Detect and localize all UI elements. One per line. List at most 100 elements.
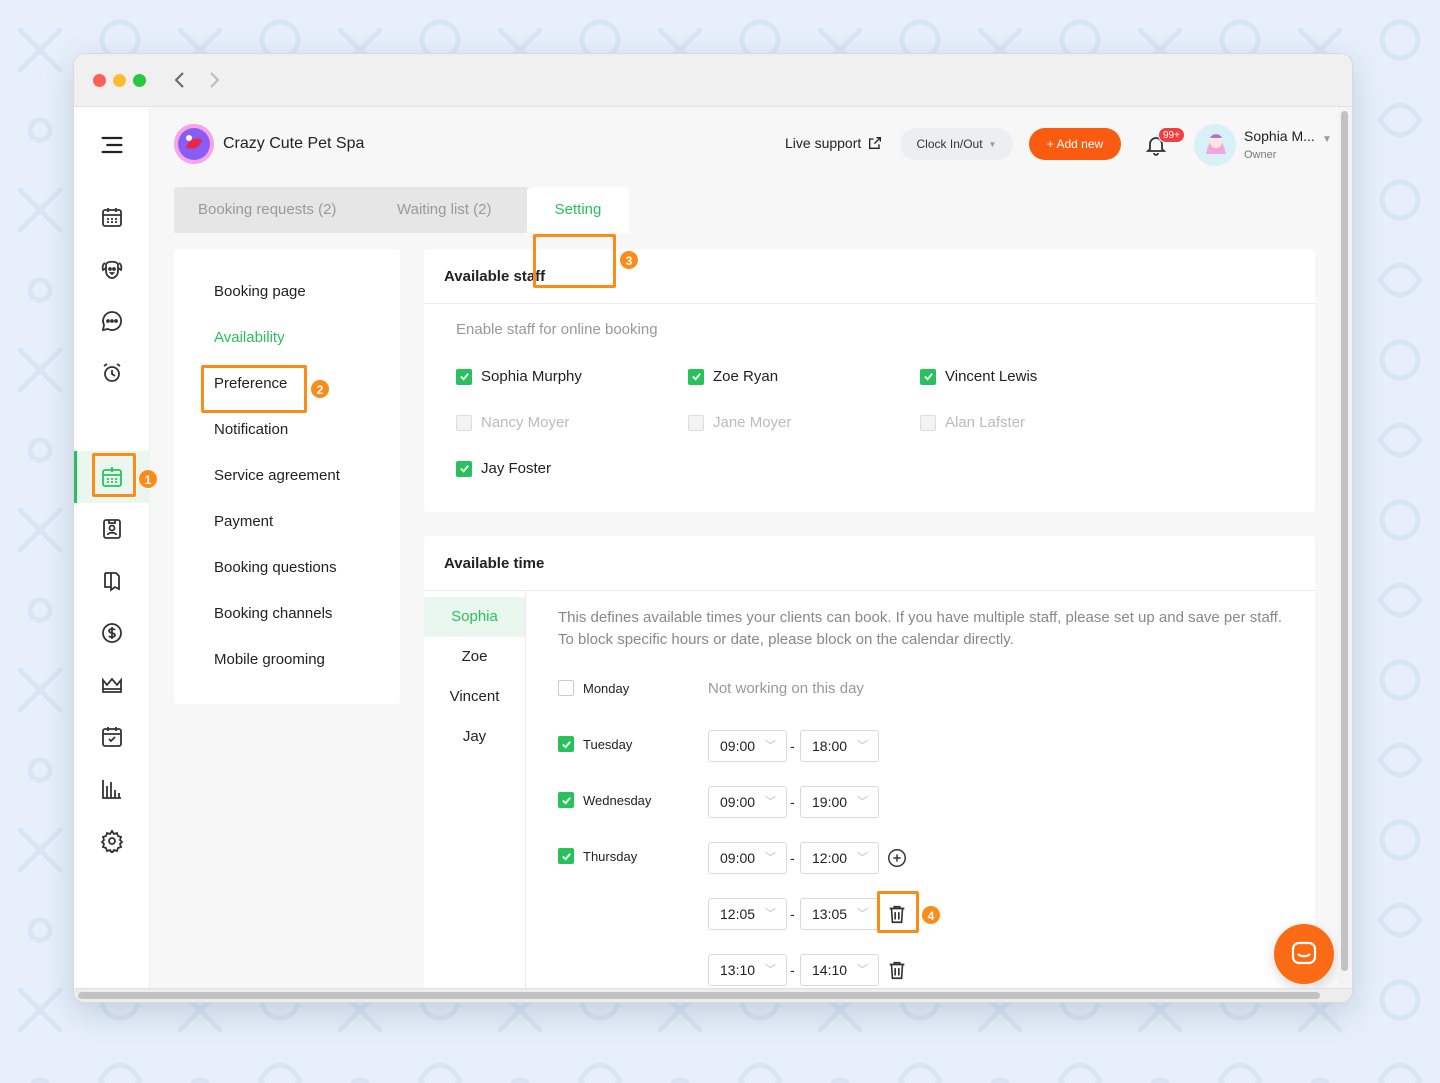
staff-tab-sophia[interactable]: Sophia: [424, 597, 525, 637]
close-window-button[interactable]: [93, 74, 106, 87]
main-content: Crazy Cute Pet Spa Live support Clock In…: [92, 107, 1352, 1002]
minimize-window-button[interactable]: [113, 74, 126, 87]
time-select-slot3-from[interactable]: 13:10 ﹀: [708, 954, 787, 986]
add-time-slot-icon[interactable]: [886, 847, 908, 869]
user-name[interactable]: Sophia M...: [1244, 128, 1315, 144]
schedule-icon[interactable]: [98, 723, 126, 751]
staff-name: Vincent Lewis: [945, 368, 1038, 385]
external-link-icon: [869, 137, 882, 149]
staff-checkbox-vincent[interactable]: Vincent Lewis: [920, 368, 1037, 385]
pet-icon[interactable]: [98, 255, 126, 283]
menu-item-booking-page[interactable]: Booking page: [214, 283, 306, 300]
time-select-slot3-to[interactable]: 14:10 ﹀: [800, 954, 879, 986]
tab-booking-requests[interactable]: Booking requests (2): [198, 187, 336, 233]
menu-item-preference[interactable]: Preference: [214, 375, 287, 392]
vertical-scrollbar-thumb[interactable]: [1341, 111, 1348, 971]
time-select-slot2-to[interactable]: 13:05 ﹀: [800, 898, 879, 930]
menu-item-mobile-grooming[interactable]: Mobile grooming: [214, 651, 325, 668]
chevron-down-icon: ﹀: [857, 908, 868, 920]
time-select-tuesday-to[interactable]: 18:00 ﹀: [800, 730, 879, 762]
add-new-button[interactable]: + Add new: [1029, 128, 1121, 160]
checkbox-checked-icon: [920, 368, 936, 385]
available-staff-title: Available staff: [424, 249, 1315, 304]
caret-down-icon: ▼: [988, 139, 997, 149]
staff-checkbox-jane: Jane Moyer: [688, 414, 791, 431]
staff-checkbox-sophia[interactable]: Sophia Murphy: [456, 368, 582, 385]
time-select-thursday-to[interactable]: 12:00 ﹀: [800, 842, 879, 874]
day-checkbox-thursday[interactable]: Thursday: [558, 848, 637, 864]
clock-in-out-label: Clock In/Out: [916, 137, 983, 151]
trash-icon[interactable]: [886, 903, 908, 925]
time-select-wednesday-from[interactable]: 09:00 ﹀: [708, 786, 787, 818]
time-select-wednesday-to[interactable]: 19:00 ﹀: [800, 786, 879, 818]
forward-arrow-icon[interactable]: [202, 68, 226, 92]
annotation-badge-1: 1: [138, 469, 158, 489]
chevron-down-icon: ﹀: [857, 740, 868, 752]
tab-setting[interactable]: Setting: [527, 187, 629, 233]
day-label: Thursday: [583, 848, 638, 864]
menu-item-booking-questions[interactable]: Booking questions: [214, 559, 337, 576]
tab-waiting-list[interactable]: Waiting list (2): [397, 187, 491, 233]
business-name[interactable]: Crazy Cute Pet Spa: [223, 135, 364, 153]
trash-icon[interactable]: [886, 959, 908, 981]
chat-icon[interactable]: [98, 307, 126, 335]
available-time-description: This defines available times your client…: [558, 609, 1283, 648]
staff-name: Jane Moyer: [713, 414, 792, 431]
menu-item-payment[interactable]: Payment: [214, 513, 273, 530]
day-label: Tuesday: [583, 736, 633, 752]
time-separator: -: [790, 962, 795, 978]
checkbox-disabled-icon: [456, 414, 472, 431]
report-icon[interactable]: [98, 775, 126, 803]
staff-tab-vincent[interactable]: Vincent: [424, 677, 525, 717]
chevron-down-icon: ﹀: [857, 852, 868, 864]
settings-icon[interactable]: [98, 827, 126, 855]
calendar-icon[interactable]: [98, 203, 126, 231]
day-checkbox-tuesday[interactable]: Tuesday: [558, 736, 632, 752]
time-select-tuesday-from[interactable]: 09:00 ﹀: [708, 730, 787, 762]
checkbox-disabled-icon: [920, 414, 936, 431]
menu-item-availability[interactable]: Availability: [214, 329, 285, 346]
notebook-icon[interactable]: [98, 567, 126, 595]
clock-in-out-dropdown[interactable]: Clock In/Out ▼: [900, 128, 1013, 160]
horizontal-scrollbar-thumb[interactable]: [78, 992, 1320, 999]
notification-badge: 99+: [1158, 127, 1185, 143]
chevron-down-icon: ﹀: [765, 796, 776, 808]
time-select-thursday-from[interactable]: 09:00 ﹀: [708, 842, 787, 874]
dollar-icon[interactable]: [98, 619, 126, 647]
vertical-scrollbar[interactable]: [1338, 107, 1352, 988]
avatar[interactable]: [1194, 124, 1236, 166]
staff-name: Nancy Moyer: [481, 414, 570, 431]
menu-item-booking-channels[interactable]: Booking channels: [214, 605, 332, 622]
menu-item-notification[interactable]: Notification: [214, 421, 288, 438]
not-working-note: Not working on this day: [708, 680, 864, 697]
staff-checkbox-jay[interactable]: Jay Foster: [456, 460, 551, 477]
online-booking-icon[interactable]: [98, 463, 126, 491]
staff-tab-zoe[interactable]: Zoe: [424, 637, 525, 677]
day-checkbox-wednesday[interactable]: Wednesday: [558, 792, 651, 808]
staff-checkbox-nancy: Nancy Moyer: [456, 414, 569, 431]
staff-checkbox-zoe[interactable]: Zoe Ryan: [688, 368, 778, 385]
day-checkbox-monday[interactable]: Monday: [558, 680, 629, 696]
chevron-down-icon: ﹀: [765, 964, 776, 976]
available-staff-card: Available staff Enable staff for online …: [424, 249, 1315, 512]
back-arrow-icon[interactable]: [168, 68, 192, 92]
browser-window: Crazy Cute Pet Spa Live support Clock In…: [73, 53, 1353, 1003]
day-label: Wednesday: [583, 792, 652, 808]
time-separator: -: [790, 738, 795, 754]
live-support-link[interactable]: Live support: [785, 135, 883, 151]
client-card-icon[interactable]: [98, 515, 126, 543]
staff-tab-jay[interactable]: Jay: [424, 717, 525, 757]
time-select-slot2-from[interactable]: 12:05 ﹀: [708, 898, 787, 930]
caret-down-icon[interactable]: ▼: [1322, 134, 1332, 145]
live-support-label: Live support: [785, 135, 862, 151]
alarm-icon[interactable]: [98, 359, 126, 387]
available-time-title: Available time: [424, 536, 1315, 591]
user-role: Owner: [1244, 149, 1277, 161]
crown-icon[interactable]: [98, 671, 126, 699]
support-chat-button[interactable]: [1274, 924, 1334, 984]
horizontal-scrollbar[interactable]: [74, 988, 1352, 1002]
menu-item-service-agreement[interactable]: Service agreement: [214, 467, 340, 484]
maximize-window-button[interactable]: [133, 74, 146, 87]
chevron-down-icon: ﹀: [857, 796, 868, 808]
menu-icon[interactable]: [98, 131, 126, 159]
